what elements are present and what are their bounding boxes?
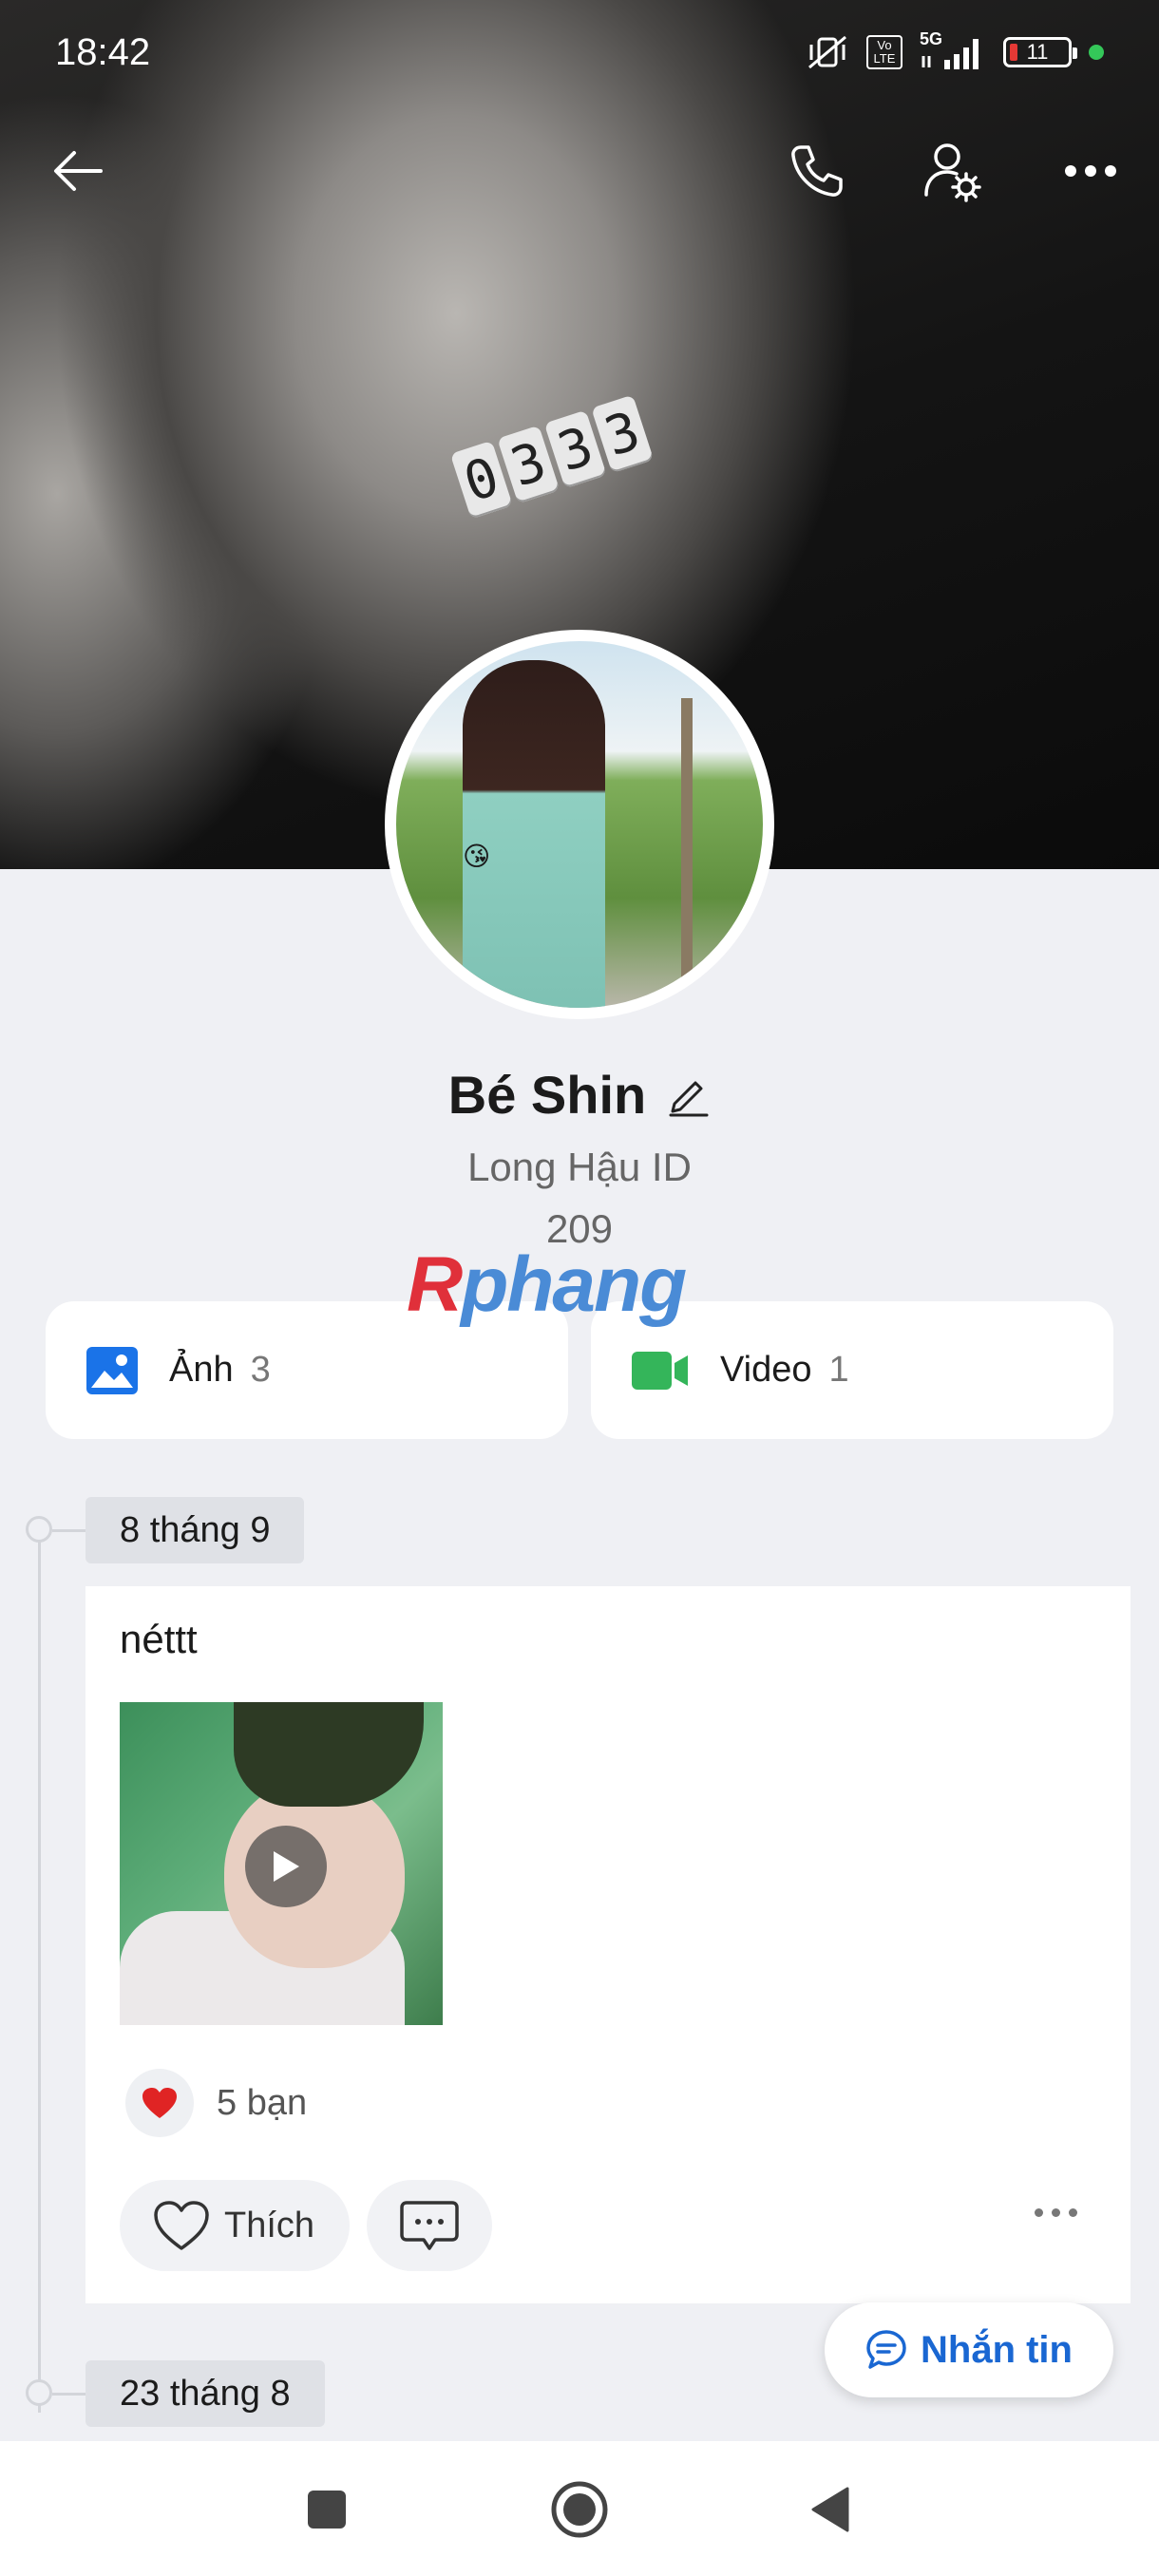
thumbnail-hat xyxy=(234,1702,424,1807)
timeline-connector xyxy=(52,1529,86,1532)
status-time: 18:42 xyxy=(55,30,151,73)
profile-name-row: Bé Shin xyxy=(0,1064,1159,1126)
like-button[interactable]: Thích xyxy=(120,2180,350,2271)
back-button[interactable] xyxy=(38,131,118,211)
phone-icon xyxy=(791,145,843,197)
home-button[interactable] xyxy=(545,2475,614,2544)
status-bar: 18:42 Vo LTE 5G 11 xyxy=(0,0,1159,104)
timeline-line xyxy=(38,1529,41,2413)
image-icon xyxy=(86,1346,138,1394)
user-settings-icon xyxy=(924,143,981,202)
call-button[interactable] xyxy=(777,131,857,211)
post-video-thumbnail[interactable] xyxy=(120,1702,443,2025)
comment-icon xyxy=(400,2201,459,2250)
videos-count: 1 xyxy=(828,1350,849,1390)
avatar-figure xyxy=(463,660,605,1008)
watermark-logo: Rphang xyxy=(407,1241,687,1330)
battery-icon: 11 xyxy=(1003,37,1077,67)
vibrate-off-icon xyxy=(808,35,846,69)
back-arrow-icon xyxy=(54,151,103,191)
back-nav-button[interactable] xyxy=(796,2475,864,2544)
profile-name: Bé Shin xyxy=(447,1065,647,1125)
profile-id-line: Long Hậu ID xyxy=(467,1145,692,1189)
profile-settings-button[interactable] xyxy=(912,131,992,211)
reaction-summary[interactable]: 5 bạn xyxy=(125,2069,307,2137)
comment-button[interactable] xyxy=(367,2180,492,2271)
timeline-dot xyxy=(26,1516,52,1543)
square-icon xyxy=(308,2491,346,2529)
pencil-icon xyxy=(669,1081,709,1116)
reaction-count: 5 bạn xyxy=(217,2082,308,2123)
play-button[interactable] xyxy=(245,1826,327,1907)
send-message-button[interactable]: Nhắn tin xyxy=(825,2302,1113,2397)
home-circle-icon xyxy=(551,2481,608,2538)
timeline-date-chip: 8 tháng 9 xyxy=(86,1497,305,1563)
timeline-connector xyxy=(52,2393,86,2396)
battery-level: 11 xyxy=(1026,40,1049,64)
videos-label: Video xyxy=(720,1350,812,1390)
back-triangle-icon xyxy=(811,2487,849,2532)
heart-reaction-icon xyxy=(125,2069,194,2137)
dot xyxy=(1052,2208,1060,2217)
profile-top-nav xyxy=(0,104,1159,228)
privacy-indicator-dot xyxy=(1089,45,1104,60)
chat-bubble-icon xyxy=(866,2330,906,2369)
system-navigation-bar xyxy=(0,2441,1159,2576)
profile-avatar[interactable]: 😘 xyxy=(385,630,774,1019)
status-icons: Vo LTE 5G 11 xyxy=(806,29,1104,71)
timeline-post[interactable]: néttt 5 bạn Thích xyxy=(86,1586,1130,2303)
more-horizontal-icon xyxy=(1065,165,1116,177)
photos-label: Ảnh xyxy=(169,1350,234,1390)
timeline-dot xyxy=(26,2379,52,2406)
cover-clock-overlay: 0 3 3 3 xyxy=(449,394,655,520)
post-text: néttt xyxy=(120,1617,198,1661)
post-more-button[interactable] xyxy=(1035,2208,1077,2217)
avatar-background-pole xyxy=(681,698,693,1008)
recent-apps-button[interactable] xyxy=(293,2475,361,2544)
volte-icon: Vo LTE xyxy=(866,35,902,69)
more-options-button[interactable] xyxy=(1051,131,1130,211)
signal-icon: 5G xyxy=(920,29,986,71)
kiss-emoji-icon: 😘 xyxy=(463,842,491,871)
timeline-date-chip: 23 tháng 8 xyxy=(86,2360,325,2427)
watermark-part: phang xyxy=(461,1241,687,1328)
like-label: Thích xyxy=(224,2205,315,2245)
play-icon xyxy=(274,1851,299,1882)
heart-outline-icon xyxy=(154,2201,209,2250)
send-message-label: Nhắn tin xyxy=(921,2328,1073,2371)
photos-count: 3 xyxy=(250,1350,271,1390)
dot xyxy=(1035,2208,1043,2217)
video-camera-icon xyxy=(632,1351,688,1390)
watermark-part: R xyxy=(407,1241,463,1328)
dot xyxy=(1069,2208,1077,2217)
edit-name-button[interactable] xyxy=(667,1073,711,1117)
